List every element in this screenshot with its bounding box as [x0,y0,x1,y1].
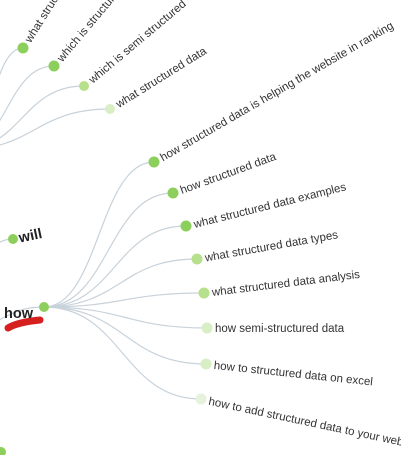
keyword-label[interactable]: how to add structured data to your websi… [207,396,401,453]
keyword-node[interactable] [167,187,179,199]
link-layer [0,47,208,400]
will-label[interactable]: will [16,226,43,247]
keyword-tree-diagram: what structuredwhich is structuredwhich … [0,0,401,455]
keyword-node[interactable] [48,60,60,72]
keyword-node[interactable] [148,156,160,168]
keyword-node[interactable] [198,287,210,299]
keyword-label[interactable]: what structured data types [203,229,339,264]
node-layer: what structuredwhich is structuredwhich … [0,0,401,455]
link-line [0,65,55,122]
link-line [43,306,202,400]
keyword-label[interactable]: how structured data is helping the websi… [158,20,395,164]
keyword-node[interactable] [105,104,115,114]
keyword-label[interactable]: how structured data [179,151,279,197]
keyword-node[interactable] [0,447,6,455]
keyword-node[interactable] [191,253,203,265]
keyword-label[interactable]: what structured [22,0,74,46]
will-node[interactable] [8,234,18,244]
link-line [0,108,111,146]
how-label[interactable]: how [4,306,34,322]
keyword-node[interactable] [200,358,212,370]
how-node[interactable] [39,302,49,312]
keyword-label[interactable]: how to structured data on excel [213,360,373,389]
link-line [43,258,198,308]
keyword-label[interactable]: what structured data examples [192,181,348,231]
link-line [43,161,155,308]
keyword-node[interactable] [180,220,192,232]
keyword-node[interactable] [79,81,89,91]
keyword-node[interactable] [195,393,207,405]
keyword-node[interactable] [17,42,29,54]
keyword-label[interactable]: how semi-structured data [215,323,345,335]
mind-map-canvas: what structured which is structured which … [0,0,401,455]
link-line [0,238,14,243]
keyword-label[interactable]: what structured data analysis [210,269,361,299]
keyword-node[interactable] [201,322,213,334]
